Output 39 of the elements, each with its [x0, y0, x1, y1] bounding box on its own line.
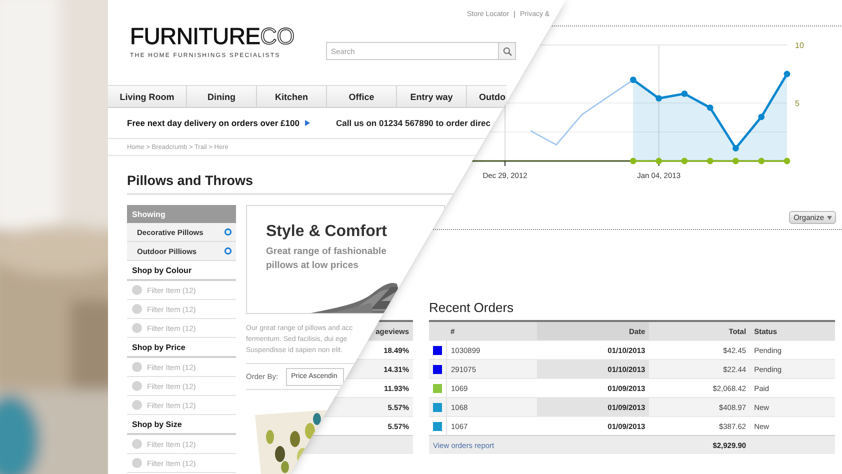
nav-tab[interactable]: Living Room	[108, 86, 187, 107]
filter-heading: Shop by Price	[127, 338, 236, 358]
data-point	[681, 158, 688, 164]
nav-tab[interactable]: Kitchen	[257, 86, 327, 107]
data-point	[656, 95, 662, 102]
promo-text: Call us on 01234 567890 to order direc	[336, 118, 492, 128]
search-icon	[502, 46, 512, 56]
axis-label: 5	[795, 99, 800, 108]
nav-tab[interactable]: Dining	[187, 86, 257, 107]
data-point	[630, 76, 636, 83]
ring-icon	[224, 247, 232, 255]
data-point	[706, 104, 714, 111]
data-point	[630, 158, 636, 164]
section-title: Recent Orders	[429, 300, 514, 315]
page-title: Pillows and Throws	[127, 173, 254, 188]
filter-panel-header: Showing	[127, 205, 236, 223]
nav-tab[interactable]: Outdo	[467, 86, 507, 107]
filter-heading: Shop by Size	[127, 415, 236, 435]
data-point	[706, 158, 714, 164]
nav-tab[interactable]: Office	[327, 86, 397, 107]
promo-link[interactable]: Free next day delivery on orders over £100	[127, 118, 336, 128]
data-point	[784, 158, 790, 164]
data-point	[758, 114, 765, 120]
caret-icon	[827, 216, 832, 220]
data-point	[681, 90, 688, 97]
logo-wordmark: FURNITURECO	[130, 24, 296, 48]
banner-title: Style & Comfort	[266, 223, 388, 241]
nav-tab[interactable]: Entry way	[397, 86, 467, 107]
data-point	[732, 158, 739, 164]
filter-heading: Shop by Colour	[127, 261, 236, 281]
search-button[interactable]	[498, 42, 516, 60]
data-point	[732, 145, 739, 152]
data-point	[784, 70, 790, 78]
arrow-icon	[305, 120, 310, 126]
data-point	[758, 158, 765, 164]
banner-subtitle: Great range of fashionable pillows at low prices	[266, 245, 388, 273]
ring-icon	[224, 228, 232, 236]
data-point	[656, 158, 662, 164]
axis-label: 10	[795, 41, 804, 50]
